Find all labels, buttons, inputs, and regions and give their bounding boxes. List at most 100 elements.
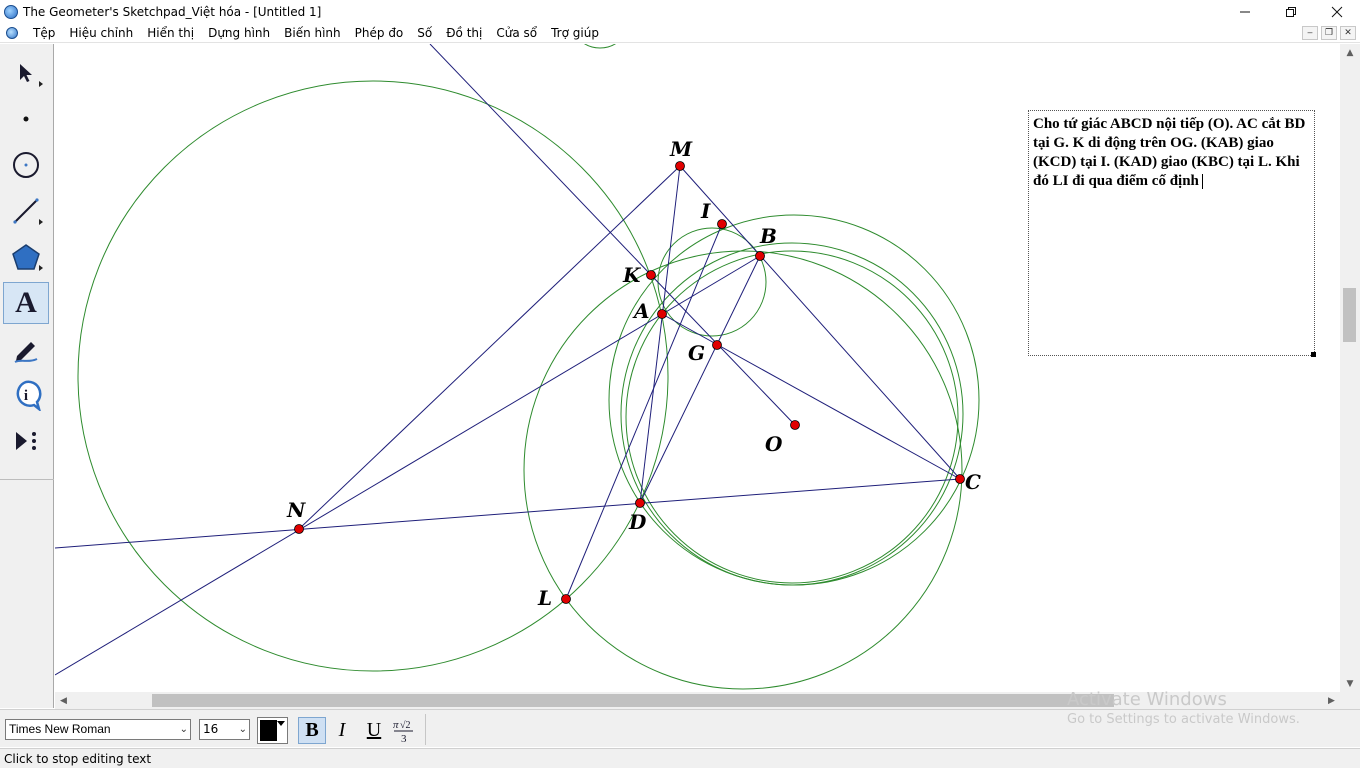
circle-kbc[interactable] <box>608 214 980 586</box>
italic-button[interactable]: I <box>328 717 356 744</box>
label-g[interactable]: G <box>688 343 705 363</box>
point-a[interactable] <box>657 309 667 319</box>
horizontal-scroll-thumb[interactable] <box>152 694 1114 707</box>
menu-help[interactable]: Trợ giúp <box>544 23 606 43</box>
line-md[interactable] <box>639 165 681 504</box>
menu-construct[interactable]: Dựng hình <box>201 23 277 43</box>
circle-kcd[interactable] <box>523 250 963 690</box>
menu-transform[interactable]: Biến hình <box>277 23 348 43</box>
circle-gcd[interactable] <box>620 242 964 586</box>
svg-text:i: i <box>24 388 28 404</box>
size-grip <box>1340 692 1360 709</box>
window-title: The Geometer's Sketchpad_Việt hóa - [Unt… <box>23 4 322 19</box>
circle-kad[interactable] <box>77 80 669 672</box>
point-c[interactable] <box>955 474 965 484</box>
scroll-up-button[interactable]: ▲ <box>1340 44 1360 61</box>
chevron-up-icon: ▲ <box>1346 47 1354 58</box>
close-button[interactable] <box>1314 0 1360 23</box>
line-mc[interactable] <box>679 165 961 480</box>
scroll-down-button[interactable]: ▼ <box>1340 675 1360 692</box>
menu-bar: Tệp Hiệu chỉnh Hiển thị Dựng hình Biến h… <box>0 23 1360 43</box>
label-n[interactable]: N <box>287 500 305 520</box>
information-tool[interactable]: i <box>3 374 49 416</box>
menu-measure[interactable]: Phép đo <box>348 23 411 43</box>
chevron-down-icon: ▼ <box>1346 678 1354 689</box>
resize-handle[interactable] <box>1311 352 1316 357</box>
label-o[interactable]: O <box>765 434 782 454</box>
sketchpad-window: The Geometer's Sketchpad_Việt hóa - [Unt… <box>0 0 1360 768</box>
line-mn[interactable] <box>298 165 681 530</box>
text-color-picker[interactable] <box>257 717 288 744</box>
font-family-value: Times New Roman <box>9 722 111 736</box>
svg-text:√2: √2 <box>400 720 411 731</box>
caption-text[interactable]: Cho tứ giác ABCD nội tiếp (O). AC cắt BD… <box>1033 116 1305 189</box>
point-k[interactable] <box>646 270 656 280</box>
document-minimize-button[interactable]: ‒ <box>1302 26 1318 40</box>
document-close-button[interactable]: ✕ <box>1340 26 1356 40</box>
menu-number[interactable]: Số <box>410 23 439 43</box>
menu-edit[interactable]: Hiệu chỉnh <box>62 23 140 43</box>
point-i[interactable] <box>717 219 727 229</box>
point-tool[interactable] <box>3 98 49 140</box>
document-icon[interactable] <box>6 26 18 39</box>
svg-text:3: 3 <box>401 733 407 744</box>
line-kg-o[interactable] <box>650 274 796 426</box>
label-l[interactable]: L <box>538 588 552 608</box>
label-k[interactable]: K <box>623 265 640 285</box>
minimize-button[interactable] <box>1222 0 1268 23</box>
font-family-select[interactable]: Times New Roman ⌄ <box>5 719 191 740</box>
line-nc[interactable] <box>55 478 961 549</box>
label-b[interactable]: B <box>760 226 777 246</box>
menu-graph[interactable]: Đồ thị <box>439 23 489 43</box>
math-format-button[interactable]: π √2 3 <box>389 717 417 744</box>
menu-display[interactable]: Hiển thị <box>140 23 201 43</box>
text-tool[interactable]: A <box>3 282 49 324</box>
menu-window[interactable]: Cửa sổ <box>489 23 544 43</box>
font-size-select[interactable]: 16 ⌄ <box>199 719 250 740</box>
polygon-icon <box>12 244 40 270</box>
vertical-scroll-thumb[interactable] <box>1343 288 1356 342</box>
point-o[interactable] <box>790 420 800 430</box>
point-n[interactable] <box>294 524 304 534</box>
polygon-tool[interactable] <box>3 236 49 278</box>
compass-tool[interactable] <box>3 144 49 186</box>
watermark-title: Activate Windows <box>1067 689 1227 710</box>
label-c[interactable]: C <box>965 472 981 492</box>
format-bar-divider <box>425 714 426 745</box>
restore-button[interactable] <box>1268 0 1314 23</box>
line-ac[interactable] <box>661 313 961 480</box>
marker-tool[interactable] <box>3 328 49 370</box>
line-ko-extended[interactable] <box>429 44 652 276</box>
point-d[interactable] <box>635 498 645 508</box>
point-g[interactable] <box>712 340 722 350</box>
status-bar: Click to stop editing text <box>0 748 1360 768</box>
label-i[interactable]: I <box>701 201 710 221</box>
custom-tool[interactable] <box>3 420 49 462</box>
menu-file[interactable]: Tệp <box>26 23 62 43</box>
line-bd[interactable] <box>639 255 761 504</box>
label-d[interactable]: D <box>629 512 646 532</box>
point-icon <box>23 116 29 122</box>
straightedge-tool[interactable] <box>3 190 49 232</box>
sketch-canvas[interactable]: M I B K A G O C N D L Cho tứ giác ABCD n… <box>55 44 1340 692</box>
arrow-select-tool[interactable] <box>3 52 49 94</box>
document-restore-button[interactable]: ❐ <box>1321 26 1337 40</box>
status-text: Click to stop editing text <box>4 752 152 766</box>
underline-button[interactable]: U <box>360 717 388 744</box>
label-a[interactable]: A <box>634 301 650 321</box>
vertical-scrollbar[interactable]: ▲ ▼ <box>1340 44 1360 692</box>
bold-button[interactable]: B <box>298 717 326 744</box>
scroll-left-button[interactable]: ◀ <box>55 692 72 709</box>
minimize-icon: ‒ <box>1307 28 1313 38</box>
point-m[interactable] <box>675 161 685 171</box>
caption-textbox[interactable]: Cho tứ giác ABCD nội tiếp (O). AC cắt BD… <box>1028 110 1316 357</box>
line-il[interactable] <box>565 223 723 600</box>
label-m[interactable]: M <box>670 139 692 159</box>
svg-text:π: π <box>393 719 399 731</box>
scroll-right-button[interactable]: ▶ <box>1323 692 1340 709</box>
circle-top-partial[interactable] <box>570 44 630 49</box>
point-l[interactable] <box>561 594 571 604</box>
point-b[interactable] <box>755 251 765 261</box>
activation-watermark: Activate Windows Go to Settings to activ… <box>1067 689 1300 729</box>
line-icon <box>13 198 39 224</box>
